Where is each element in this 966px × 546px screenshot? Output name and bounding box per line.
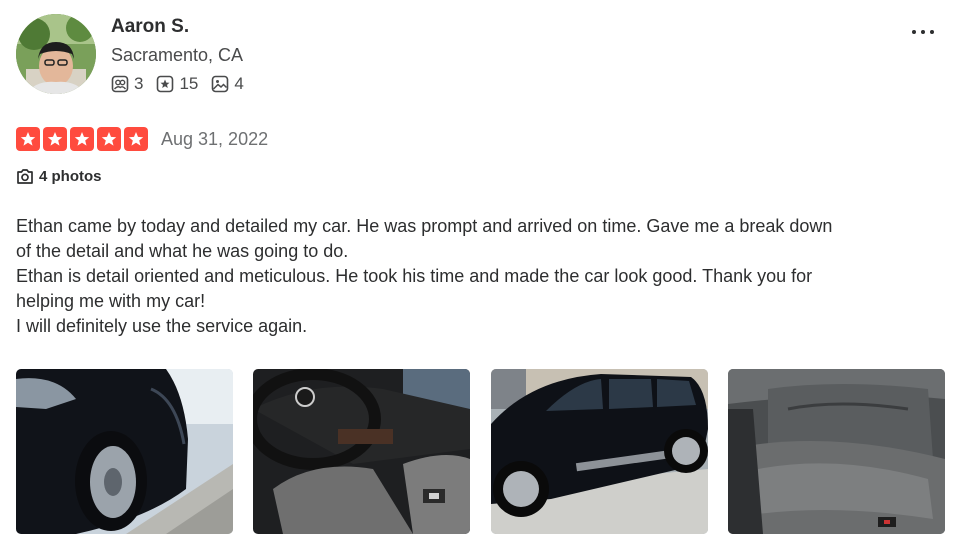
review-text: Ethan came by today and detailed my car.…	[16, 214, 846, 339]
reviewer-name[interactable]: Aaron S.	[111, 16, 189, 38]
photo-icon	[212, 75, 229, 93]
star-icon	[43, 127, 67, 151]
review-photo-car-side[interactable]	[491, 369, 708, 534]
star-rating	[16, 127, 151, 151]
photos-count: 4	[234, 74, 244, 93]
review-paragraph: I will definitely use the service again.	[16, 316, 308, 336]
review-photos-label: 4 photos	[39, 168, 102, 185]
review-photo-rear-seats[interactable]	[728, 369, 945, 534]
review-date: Aug 31, 2022	[161, 129, 269, 149]
friends-stat: 3	[111, 74, 143, 94]
reviewer-location: Sacramento, CA	[111, 45, 244, 65]
review-photo-car-front[interactable]	[16, 369, 233, 534]
more-dot-icon	[921, 30, 925, 34]
review-paragraph: Ethan came by today and detailed my car.…	[16, 216, 833, 261]
friends-icon	[111, 75, 129, 93]
reviews-stat: 15	[156, 74, 198, 94]
photos-stat: 4	[211, 74, 244, 94]
reviews-count: 15	[179, 74, 199, 93]
reviewer-stats: 3 15 4	[111, 74, 257, 94]
review-photo-interior-steering[interactable]	[253, 369, 470, 534]
star-icon	[16, 127, 40, 151]
star-icon	[124, 127, 148, 151]
reviewer-avatar[interactable]	[16, 14, 96, 94]
more-dot-icon	[930, 30, 934, 34]
more-dot-icon	[912, 30, 916, 34]
friends-count: 3	[134, 74, 144, 93]
camera-icon	[17, 169, 33, 184]
star-icon	[97, 127, 121, 151]
more-options-button[interactable]	[907, 30, 934, 34]
reviews-star-icon	[157, 75, 174, 93]
review-photos-link[interactable]: 4 photos	[16, 168, 102, 185]
review-paragraph: Ethan is detail oriented and meticulous.…	[16, 266, 813, 311]
star-icon	[70, 127, 94, 151]
